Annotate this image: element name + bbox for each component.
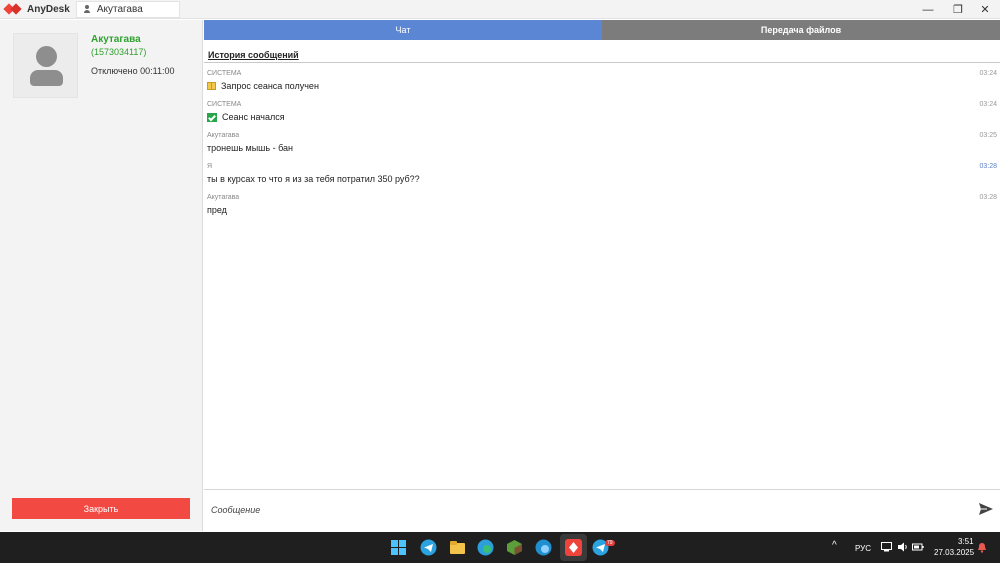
message-time: 03:24 xyxy=(979,101,997,108)
battery-icon[interactable] xyxy=(912,542,924,552)
connection-status: Отключено 00:11:00 xyxy=(91,66,175,76)
message-sender: СИСТЕМА xyxy=(207,101,242,108)
check-icon xyxy=(207,112,217,122)
message-item: СИСТЕМА 03:24 Запрос сеанса получен xyxy=(204,70,1000,100)
message-text: Сеанс начался xyxy=(222,112,285,122)
message-body: ты в курсах то что я из за тебя потратил… xyxy=(207,174,420,184)
volume-icon[interactable] xyxy=(897,542,908,552)
message-item: Акутагава 03:25 тронешь мышь - бан xyxy=(204,132,1000,162)
user-icon xyxy=(83,4,91,14)
message-time: 03:28 xyxy=(979,163,997,170)
message-sender: Акутагава xyxy=(207,194,240,201)
clock-time[interactable]: 3:51 xyxy=(958,537,974,546)
divider xyxy=(204,489,1000,490)
anydesk-logo: AnyDesk xyxy=(3,3,70,15)
telegram-icon[interactable] xyxy=(420,539,437,556)
file-explorer-icon[interactable] xyxy=(449,539,466,556)
language-indicator[interactable]: РУС xyxy=(855,544,871,553)
message-time: 03:28 xyxy=(979,194,997,201)
contact-panel: Акутагава (1573034117) Отключено 00:11:0… xyxy=(0,20,203,531)
message-input[interactable] xyxy=(211,501,951,519)
message-time: 03:25 xyxy=(979,132,997,139)
clock-date[interactable]: 27.03.2025 xyxy=(934,548,974,557)
telegram-unread-badge: 79 xyxy=(605,540,615,546)
anydesk-taskbar-icon[interactable] xyxy=(565,539,582,556)
message-text: пред xyxy=(207,205,227,215)
windows-start-icon[interactable] xyxy=(390,539,407,556)
avatar xyxy=(13,33,78,98)
divider xyxy=(204,62,1000,63)
minecraft-icon[interactable] xyxy=(506,539,523,556)
minimize-button[interactable]: — xyxy=(913,0,943,19)
tab-file-transfer[interactable]: Передача файлов xyxy=(602,20,1000,40)
edge-icon[interactable] xyxy=(477,539,494,556)
contact-id: (1573034117) xyxy=(91,47,147,57)
app-name: AnyDesk xyxy=(27,3,70,15)
close-window-button[interactable]: ✕ xyxy=(970,0,1000,19)
avatar-body-icon xyxy=(30,70,63,86)
message-body: Запрос сеанса получен xyxy=(207,81,319,91)
tray-chevron-icon[interactable]: ^ xyxy=(832,540,837,551)
message-sender: СИСТЕМА xyxy=(207,70,242,77)
session-tab-label: Акутагава xyxy=(96,3,143,15)
network-icon[interactable] xyxy=(881,542,892,552)
edge-dev-icon[interactable] xyxy=(535,539,552,556)
message-text: ты в курсах то что я из за тебя потратил… xyxy=(207,174,420,184)
message-body: пред xyxy=(207,205,227,215)
notification-bell-icon[interactable] xyxy=(977,542,987,553)
message-text: тронешь мышь - бан xyxy=(207,143,294,153)
chat-tabs: Чат Передача файлов xyxy=(204,20,1000,40)
book-icon xyxy=(207,82,216,90)
contact-name: Акутагава xyxy=(91,34,141,45)
message-item: СИСТЕМА 03:24 Сеанс начался xyxy=(204,101,1000,131)
anydesk-logo-icon xyxy=(3,3,22,15)
session-tab[interactable]: Акутагава xyxy=(75,0,180,18)
message-body: Сеанс начался xyxy=(207,112,285,122)
message-sender: Акутагава xyxy=(207,132,240,139)
title-bar: AnyDesk Акутагава — ❐ ✕ xyxy=(0,0,1000,19)
send-icon[interactable] xyxy=(978,502,994,516)
restore-button[interactable]: ❐ xyxy=(943,0,973,19)
message-time: 03:24 xyxy=(979,70,997,77)
taskbar: ^ РУС 3:51 27.03.2025 xyxy=(0,532,1000,563)
close-session-button[interactable]: Закрыть xyxy=(12,498,190,519)
message-item: Акутагава 03:28 пред xyxy=(204,194,1000,224)
message-sender: Я xyxy=(207,163,213,170)
tab-chat[interactable]: Чат xyxy=(204,20,602,40)
avatar-head-icon xyxy=(36,46,57,67)
message-item: Я 03:28 ты в курсах то что я из за тебя … xyxy=(204,163,1000,193)
message-text: Запрос сеанса получен xyxy=(221,81,319,91)
message-body: тронешь мышь - бан xyxy=(207,143,293,153)
history-title: История сообщений xyxy=(208,50,299,60)
